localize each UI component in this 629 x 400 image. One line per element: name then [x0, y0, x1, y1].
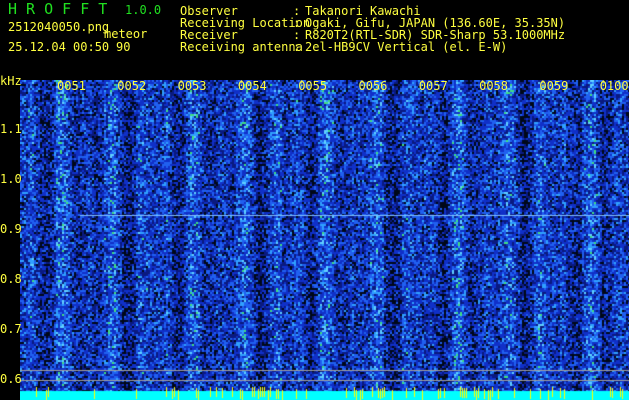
time-label: 0053 — [177, 79, 207, 93]
time-label: 0055 — [298, 79, 328, 93]
time-label: 0056 — [358, 79, 388, 93]
y-tick-label: 0.8 — [0, 272, 22, 286]
datetime: 25.12.04 00:50 — [8, 40, 110, 54]
time-label: 0059 — [539, 79, 569, 93]
time-label: 0057 — [418, 79, 448, 93]
app-version: 1.0.0 — [125, 3, 162, 17]
colon: : — [293, 40, 301, 54]
y-tick-label: 0.9 — [0, 222, 22, 236]
time-label: 0100 — [599, 79, 629, 93]
meteor-count: 90 — [116, 40, 131, 54]
y-unit: kHz — [0, 74, 22, 88]
time-label: 0058 — [479, 79, 508, 93]
filename: 2512040050.png — [8, 20, 110, 34]
app-title: H R O F F T — [8, 0, 108, 18]
spectrogram — [20, 80, 629, 400]
time-label: 0054 — [237, 79, 267, 93]
antenna-label: Receiving antenna — [180, 40, 303, 54]
time-label: 0052 — [117, 79, 147, 93]
mode-label: meteor — [104, 27, 148, 41]
y-tick-label: 1.0 — [0, 172, 22, 186]
y-tick-label: 0.7 — [0, 322, 22, 336]
time-label: 0051 — [57, 79, 86, 93]
antenna-value: 2el-HB9CV Vertical (el. E-W) — [305, 40, 508, 54]
y-tick-label: 1.1 — [0, 122, 22, 136]
y-tick-label: 0.6 — [0, 372, 22, 386]
